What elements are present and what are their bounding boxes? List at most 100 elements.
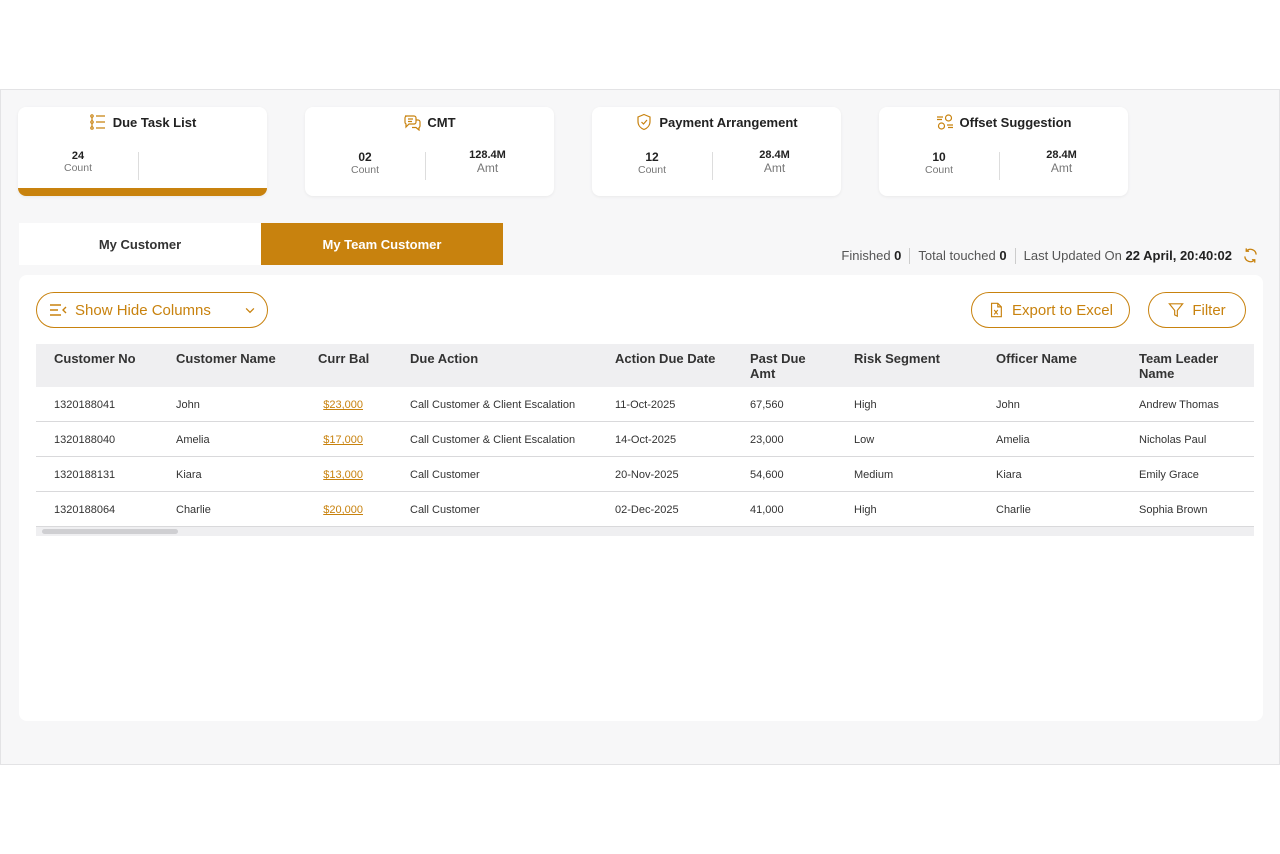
card-count-label: Count: [924, 164, 954, 176]
cell-action-due-date: 20-Nov-2025: [615, 469, 679, 481]
cell-action-due-date: 14-Oct-2025: [615, 434, 677, 446]
cell-team-leader-name: Emily Grace: [1139, 469, 1199, 481]
card-title: Due Task List: [112, 114, 197, 130]
card-count-label: Count: [637, 164, 667, 176]
customer-table: Customer No Customer Name Curr Bal Due A…: [36, 344, 1254, 536]
card-count: 02: [358, 150, 372, 164]
card-count-label: Count: [350, 164, 380, 176]
column-header[interactable]: Past Due Amt: [750, 351, 820, 381]
card-title: Payment Arrangement: [659, 114, 798, 130]
shield-icon: [637, 113, 651, 131]
cell-customer-no: 1320188131: [54, 469, 116, 481]
cell-curr-bal-link[interactable]: $23,000: [323, 399, 363, 411]
card-count: 24: [71, 150, 85, 162]
cell-past-due-amt: 54,600: [750, 469, 784, 481]
customer-tabs: My Customer My Team Customer: [19, 223, 503, 265]
card-cmt[interactable]: CMT 02 Count 128.4M Amt: [305, 107, 554, 196]
cell-customer-name: Amelia: [176, 434, 210, 446]
column-header[interactable]: Officer Name: [996, 351, 1077, 366]
cell-customer-no: 1320188041: [54, 399, 116, 411]
active-card-indicator: [18, 188, 267, 196]
cell-curr-bal-link[interactable]: $13,000: [323, 469, 363, 481]
cell-officer-name: Charlie: [996, 504, 1031, 516]
updated-label: Last Updated On: [1023, 248, 1122, 263]
status-bar: Finished 0 Total touched 0 Last Updated …: [841, 247, 1259, 264]
column-header[interactable]: Team Leader Name: [1139, 351, 1229, 381]
filter-label: Filter: [1192, 301, 1226, 319]
dashboard-area: Due Task List 24 Count CMT 02 Count 128.…: [0, 89, 1280, 765]
cell-officer-name: Amelia: [996, 434, 1030, 446]
cell-risk-segment: Medium: [854, 469, 894, 481]
card-amount-label: Amt: [476, 161, 499, 175]
finished-value: 0: [894, 248, 902, 263]
show-hide-columns-label: Show Hide Columns: [75, 301, 211, 319]
cell-customer-no: 1320188040: [54, 434, 116, 446]
refresh-icon[interactable]: [1242, 247, 1259, 264]
table-header: Customer No Customer Name Curr Bal Due A…: [36, 344, 1254, 387]
cell-due-action: Call Customer: [410, 469, 480, 481]
touched-label: Total touched: [918, 248, 996, 263]
cell-customer-name: John: [176, 399, 200, 411]
chat-icon: [404, 115, 422, 131]
export-to-excel-button[interactable]: Export to Excel: [971, 292, 1130, 328]
tab-my-customer[interactable]: My Customer: [19, 223, 261, 265]
cell-customer-no: 1320188064: [54, 504, 116, 516]
card-amount-label: Amt: [763, 161, 786, 175]
chevron-down-icon: [245, 308, 255, 314]
column-header[interactable]: Customer Name: [176, 351, 276, 366]
column-header[interactable]: Customer No: [54, 351, 136, 366]
cell-team-leader-name: Sophia Brown: [1139, 504, 1208, 516]
tab-my-team-customer[interactable]: My Team Customer: [261, 223, 503, 265]
filter-button[interactable]: Filter: [1148, 292, 1246, 328]
status-divider: [1014, 247, 1016, 264]
updated-value: 22 April, 20:40:02: [1125, 248, 1232, 263]
scrollbar-thumb[interactable]: [42, 529, 178, 534]
status-divider: [909, 247, 911, 264]
cell-officer-name: John: [996, 399, 1020, 411]
export-to-excel-label: Export to Excel: [1012, 301, 1113, 319]
cell-past-due-amt: 67,560: [750, 399, 784, 411]
customer-table-panel: Show Hide Columns Export to Excel Filter…: [19, 275, 1263, 721]
card-amount-label: Amt: [1050, 161, 1073, 175]
table-row[interactable]: 1320188131 Kiara $13,000 Call Customer 2…: [36, 457, 1254, 492]
cell-risk-segment: Low: [854, 434, 875, 446]
cell-action-due-date: 02-Dec-2025: [615, 504, 679, 516]
cell-past-due-amt: 41,000: [750, 504, 784, 516]
finished-label: Finished: [841, 248, 891, 263]
offset-icon: [936, 114, 953, 130]
cell-risk-segment: High: [854, 504, 877, 516]
cell-officer-name: Kiara: [996, 469, 1022, 481]
column-header[interactable]: Due Action: [410, 351, 478, 366]
cell-past-due-amt: 23,000: [750, 434, 784, 446]
cell-due-action: Call Customer & Client Escalation: [410, 399, 576, 411]
cell-customer-name: Charlie: [176, 504, 211, 516]
card-offset-suggestion[interactable]: Offset Suggestion 10 Count 28.4M Amt: [879, 107, 1128, 196]
column-header[interactable]: Curr Bal: [318, 351, 369, 366]
cell-team-leader-name: Andrew Thomas: [1139, 399, 1219, 411]
table-row[interactable]: 1320188064 Charlie $20,000 Call Customer…: [36, 492, 1254, 527]
cell-curr-bal-link[interactable]: $17,000: [323, 434, 363, 446]
card-amount: 28.4M: [759, 149, 790, 161]
card-amount: 128.4M: [469, 149, 506, 161]
show-hide-columns-button[interactable]: Show Hide Columns: [36, 292, 268, 328]
card-payment-arrangement[interactable]: Payment Arrangement 12 Count 28.4M Amt: [592, 107, 841, 196]
card-due-task-list[interactable]: Due Task List 24 Count: [18, 107, 267, 196]
column-header[interactable]: Risk Segment: [854, 351, 940, 366]
touched-value: 0: [999, 248, 1007, 263]
cell-due-action: Call Customer & Client Escalation: [410, 434, 576, 446]
card-title: Offset Suggestion: [959, 114, 1072, 130]
card-count-label: Count: [63, 162, 93, 174]
table-row[interactable]: 1320188040 Amelia $17,000 Call Customer …: [36, 422, 1254, 457]
horizontal-scrollbar[interactable]: [36, 527, 1254, 536]
cell-due-action: Call Customer: [410, 504, 480, 516]
cell-risk-segment: High: [854, 399, 877, 411]
card-title: CMT: [427, 114, 456, 130]
column-header[interactable]: Action Due Date: [615, 351, 715, 366]
table-row[interactable]: 1320188041 John $23,000 Call Customer & …: [36, 387, 1254, 422]
excel-file-icon: [991, 302, 1002, 318]
filter-icon: [1168, 303, 1185, 318]
cell-curr-bal-link[interactable]: $20,000: [323, 504, 363, 516]
cell-team-leader-name: Nicholas Paul: [1139, 434, 1207, 446]
list-icon: [89, 114, 105, 130]
card-count: 12: [645, 150, 659, 164]
